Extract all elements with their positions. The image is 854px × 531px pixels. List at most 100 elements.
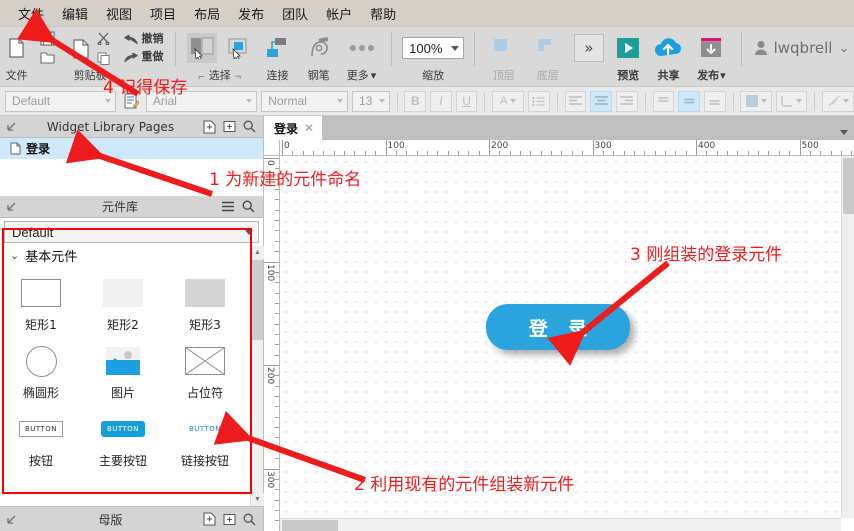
save-icon[interactable] <box>34 29 60 48</box>
publish-caret-icon[interactable]: ▾ <box>720 69 726 85</box>
redo-icon <box>123 52 138 62</box>
pen-icon[interactable] <box>304 33 334 63</box>
widget-link-button[interactable]: BUTTON 链接按钮 <box>164 407 246 469</box>
ruler-tick <box>275 520 279 522</box>
design-canvas[interactable]: 登 录 <box>280 156 841 518</box>
font-weight-select[interactable]: Normal <box>261 90 348 112</box>
bold-button[interactable]: B <box>404 90 427 112</box>
collapse-panel-icon[interactable] <box>0 509 22 529</box>
redo-button[interactable]: 重做 <box>123 50 164 66</box>
font-family-select[interactable]: Arial <box>145 90 258 112</box>
scroll-down-icon[interactable]: ▼ <box>251 493 264 506</box>
login-button-widget[interactable]: 登 录 <box>486 304 630 350</box>
library-section-basic[interactable]: ⌄ 基本元件 <box>0 243 263 267</box>
chevron-down-icon <box>336 99 343 103</box>
menu-edit[interactable]: 编辑 <box>53 1 97 26</box>
bullet-list-button[interactable] <box>527 90 550 112</box>
user-menu[interactable]: lwqbrell ⌄ <box>754 27 849 69</box>
menu-file[interactable]: 文件 <box>9 1 53 26</box>
cut-icon[interactable] <box>95 29 113 48</box>
widget-image[interactable]: 图片 <box>82 339 164 401</box>
canvas-vscroll-thumb[interactable] <box>843 158 854 214</box>
menu-team[interactable]: 团队 <box>273 1 317 26</box>
zoom-select[interactable]: 100% <box>402 37 465 59</box>
search-icon[interactable] <box>239 509 259 529</box>
align-left-button[interactable] <box>564 90 587 112</box>
style-select[interactable]: Default <box>5 90 117 112</box>
search-icon[interactable] <box>239 117 259 137</box>
ruler-tick <box>789 151 791 155</box>
library-scrollbar[interactable]: ▲ ▼ <box>250 246 264 506</box>
italic-button[interactable]: I <box>430 90 452 112</box>
add-page-icon[interactable] <box>199 117 219 137</box>
valign-bottom-button[interactable] <box>703 90 726 112</box>
widget-ellipse[interactable]: 椭圆形 <box>0 339 82 401</box>
open-folder-icon[interactable] <box>34 48 60 67</box>
select-mode-icon[interactable] <box>186 33 217 63</box>
menu-project[interactable]: 项目 <box>141 1 185 26</box>
ruler-tick <box>840 151 842 155</box>
widget-rect1[interactable]: 矩形1 <box>0 271 82 333</box>
bring-to-front-icon[interactable] <box>488 33 520 63</box>
font-color-button[interactable]: A <box>492 90 524 112</box>
send-to-back-icon[interactable] <box>532 33 564 63</box>
publish-icon[interactable] <box>695 33 727 63</box>
canvas-vertical-scrollbar[interactable] <box>841 156 854 518</box>
valign-middle-button[interactable] <box>678 90 700 112</box>
close-icon[interactable]: ✕ <box>304 121 314 135</box>
hamburger-icon[interactable] <box>218 197 238 217</box>
align-right-button[interactable] <box>615 90 638 112</box>
toolbar-expand-button[interactable]: » <box>573 34 604 62</box>
ruler-label: 200 <box>491 141 509 151</box>
shadow-button[interactable] <box>775 90 808 112</box>
tab-login[interactable]: 登录 ✕ <box>264 116 323 140</box>
chevron-down-icon[interactable] <box>840 130 848 135</box>
add-master-folder-icon[interactable] <box>219 509 239 529</box>
connector-icon[interactable] <box>261 33 293 63</box>
more-dots-icon[interactable] <box>345 33 379 63</box>
widget-rect3[interactable]: 矩形3 <box>164 271 246 333</box>
ruler-tick <box>275 427 279 429</box>
page-item-label: 登录 <box>26 142 51 156</box>
library-source-select[interactable]: Default <box>4 221 259 243</box>
menu-publish[interactable]: 发布 <box>229 1 273 26</box>
select-contained-icon[interactable] <box>223 33 253 63</box>
widget-primary-button[interactable]: BUTTON 主要按钮 <box>82 407 164 469</box>
share-cloud-icon[interactable] <box>651 33 685 63</box>
align-center-button[interactable] <box>590 90 612 112</box>
font-size-select[interactable]: 13 <box>351 90 390 112</box>
library-scroll-thumb[interactable] <box>252 260 263 340</box>
collapse-panel-icon[interactable] <box>0 197 22 217</box>
menu-view[interactable]: 视图 <box>97 1 141 26</box>
ruler-tick <box>778 151 780 155</box>
ruler-tick <box>275 375 279 377</box>
menu-account[interactable]: 帐户 <box>317 1 361 26</box>
style-edit-icon[interactable] <box>120 91 142 112</box>
fill-color-button[interactable] <box>740 90 772 112</box>
more-caret-icon[interactable]: ▾ <box>371 69 377 85</box>
preview-icon[interactable] <box>612 33 644 63</box>
menu-help[interactable]: 帮助 <box>361 1 405 26</box>
paste-icon[interactable] <box>68 35 94 61</box>
add-folder-icon[interactable] <box>219 117 239 137</box>
widget-rect2[interactable]: 矩形2 <box>82 271 164 333</box>
line-style-button[interactable] <box>822 90 854 112</box>
collapse-panel-icon[interactable] <box>0 117 22 137</box>
pages-panel-title: Widget Library Pages <box>46 119 175 134</box>
undo-button[interactable]: 撤销 <box>123 32 164 48</box>
widget-library-panel: 元件库 Default ⌄ 基本元件 矩形1 矩形2 矩形3 椭圆形 图片 占位… <box>0 196 264 506</box>
widget-button[interactable]: BUTTON 按钮 <box>0 407 82 469</box>
underline-button[interactable]: U <box>455 90 478 112</box>
canvas-horizontal-scrollbar[interactable] <box>280 518 841 531</box>
canvas-hscroll-thumb[interactable] <box>282 520 338 531</box>
scroll-up-icon[interactable]: ▲ <box>251 246 264 259</box>
valign-top-button[interactable] <box>652 90 675 112</box>
menu-layout[interactable]: 布局 <box>185 1 229 26</box>
add-master-icon[interactable] <box>199 509 219 529</box>
copy-icon[interactable] <box>95 49 113 68</box>
format-divider-2 <box>484 91 486 111</box>
search-icon[interactable] <box>238 197 258 217</box>
page-item-login[interactable]: 登录 <box>0 138 263 159</box>
new-file-icon[interactable] <box>4 35 30 61</box>
widget-placeholder[interactable]: 占位符 <box>164 339 246 401</box>
